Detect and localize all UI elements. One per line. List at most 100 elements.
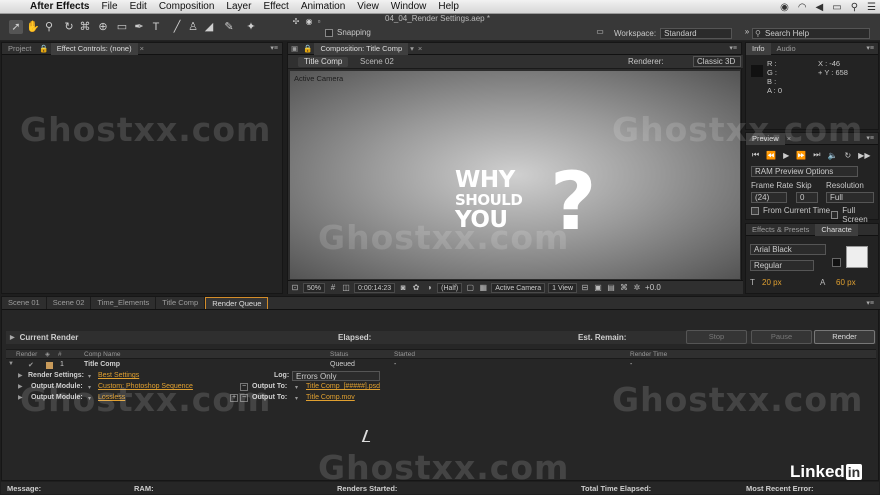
render-settings-value[interactable]: Best Settings (98, 372, 139, 379)
menu-layer[interactable]: Layer (220, 1, 257, 12)
col-comp-name[interactable]: Comp Name (84, 351, 120, 358)
search-help-input[interactable]: Search Help (752, 28, 870, 39)
rotate-tool-icon[interactable]: ↻ (62, 20, 76, 34)
col-started[interactable]: Started (394, 351, 415, 358)
wifi-icon[interactable]: ◠ (798, 2, 807, 13)
output-to-value[interactable]: Title Comp_[#####].psd (306, 383, 380, 390)
exposure-icon[interactable]: ✲ (632, 283, 642, 293)
col-number[interactable]: # (58, 351, 62, 358)
menu-composition[interactable]: Composition (153, 1, 221, 12)
show-snapshot-icon[interactable]: ✿ (411, 283, 421, 293)
remove-output-icon[interactable]: − (240, 394, 248, 402)
lock-icon[interactable]: 🔒 (301, 43, 314, 55)
frame-rate-dropdown[interactable]: (24) (751, 192, 787, 203)
expand-triangle-icon[interactable]: ▶ (10, 334, 15, 341)
camera-tool-icon[interactable]: ⌘ (78, 20, 92, 34)
panel-menu-icon[interactable]: ▾≡ (270, 44, 278, 52)
output-module-value[interactable]: Lossless (98, 394, 125, 401)
spotlight-icon[interactable]: ⚲ (851, 2, 858, 13)
lock-icon[interactable]: 🔒 (37, 43, 50, 55)
label-color-swatch[interactable] (46, 362, 53, 369)
tab-time-elements[interactable]: Time_Elements (91, 297, 157, 309)
panel-menu-icon[interactable]: ▾≡ (729, 44, 737, 52)
full-screen-checkbox[interactable] (831, 211, 839, 219)
renderer-button[interactable]: Classic 3D (693, 56, 741, 67)
add-output-icon[interactable]: + (230, 394, 238, 402)
tab-scene-01[interactable]: Scene 01 (2, 297, 47, 309)
snapping-checkbox[interactable] (325, 28, 333, 37)
type-tool-icon[interactable]: T (149, 20, 163, 34)
font-family-dropdown[interactable]: Arial Black (750, 244, 826, 255)
workspace-icon[interactable]: ▭ (594, 27, 606, 37)
dropdown-arrow-icon[interactable]: ▾ (88, 373, 91, 380)
stop-button[interactable]: Stop (686, 330, 747, 344)
font-size-value[interactable]: 20 px (762, 278, 782, 287)
stroke-color-swatch[interactable] (832, 258, 841, 267)
composition-viewer[interactable]: Active Camera WHY SHOULD YOU ? (290, 71, 740, 279)
output-to-value[interactable]: Title Comp.mov (306, 394, 355, 401)
tab-scene-02[interactable]: Scene 02 (47, 297, 92, 309)
subtab-scene-02[interactable]: Scene 02 (360, 57, 394, 67)
close-icon[interactable]: × (416, 43, 424, 55)
rectangle-tool-icon[interactable]: ▭ (115, 20, 129, 34)
menu-file[interactable]: File (95, 1, 123, 12)
subtab-title-comp[interactable]: Title Comp (298, 57, 349, 67)
resolution-dropdown[interactable]: (Half) (437, 282, 463, 293)
snapping-toggle[interactable]: Snapping (325, 28, 371, 37)
tab-info[interactable]: Info (746, 42, 771, 55)
play-icon[interactable]: ▶ (783, 151, 789, 160)
fast-previews-icon[interactable]: ▣ (593, 283, 603, 293)
camera-view-dropdown[interactable]: Active Camera (491, 282, 546, 293)
selection-tool-icon[interactable]: ➚ (9, 20, 23, 34)
dropdown-arrow-icon[interactable]: ▾ (88, 395, 91, 402)
col-render-time[interactable]: Render Time (630, 351, 667, 358)
workspace-expand-icon[interactable]: » (743, 27, 751, 37)
always-preview-icon[interactable]: ⊡ (290, 283, 300, 293)
ram-preview-options-dropdown[interactable]: RAM Preview Options (751, 166, 858, 177)
panel-menu-icon[interactable]: ▾≡ (866, 44, 874, 52)
render-button[interactable]: Render (814, 330, 875, 344)
remove-output-icon[interactable]: − (240, 383, 248, 391)
tab-effect-controls[interactable]: Effect Controls: (none) (50, 42, 138, 55)
menu-window[interactable]: Window (385, 1, 433, 12)
roto-brush-tool-icon[interactable]: ✎ (222, 20, 236, 34)
leading-value[interactable]: 60 px (836, 278, 856, 287)
mask-visibility-icon[interactable]: ◫ (341, 283, 351, 293)
menu-animation[interactable]: Animation (295, 1, 351, 12)
tab-character[interactable]: Characte (815, 223, 858, 236)
skip-dropdown[interactable]: 0 (796, 192, 818, 203)
resolution-dropdown[interactable]: Full (826, 192, 874, 203)
first-frame-icon[interactable]: ⏮ (752, 150, 759, 160)
brush-tool-icon[interactable]: ╱ (170, 20, 184, 34)
panel-menu-icon[interactable]: ▾≡ (866, 299, 874, 307)
output-module-value[interactable]: Custom: Photoshop Sequence (98, 383, 193, 390)
tab-effects-presets[interactable]: Effects & Presets (746, 224, 815, 236)
last-frame-icon[interactable]: ⏭ (813, 150, 820, 160)
menu-app[interactable]: After Effects (24, 1, 95, 12)
clone-stamp-tool-icon[interactable]: ♙ (186, 20, 200, 34)
menu-help[interactable]: Help (432, 1, 465, 12)
region-of-interest-icon[interactable]: ▢ (465, 283, 475, 293)
dropdown-arrow-icon[interactable]: ▾ (295, 395, 298, 402)
loop-icon[interactable]: ↻ (844, 151, 851, 160)
timeline-icon[interactable]: ▤ (606, 283, 616, 293)
current-time[interactable]: 0:00:14:23 (354, 282, 396, 293)
tab-render-queue[interactable]: Render Queue (205, 297, 269, 309)
from-current-checkbox[interactable] (751, 206, 759, 215)
expand-triangle-icon[interactable]: ▶ (18, 383, 23, 390)
pen-tool-icon[interactable]: ✒ (132, 20, 146, 34)
creative-cloud-icon[interactable]: ◉ (780, 2, 789, 13)
expand-triangle-icon[interactable]: ▼ (8, 361, 14, 367)
menu-view[interactable]: View (351, 1, 385, 12)
menu-effect[interactable]: Effect (257, 1, 294, 12)
close-icon[interactable]: × (138, 43, 146, 55)
workspace-dropdown[interactable]: Standard (660, 28, 733, 39)
expand-triangle-icon[interactable]: ▶ (18, 372, 23, 379)
pan-behind-tool-icon[interactable]: ⊕ (96, 20, 110, 34)
volume-icon[interactable]: ◀ (816, 2, 824, 13)
axis-mode-icon[interactable]: ✣ (290, 15, 302, 29)
tab-composition[interactable]: Composition: Title Comp (314, 42, 409, 55)
puppet-tool-icon[interactable]: ✦ (244, 20, 258, 34)
show-channel-icon[interactable]: ◑ (424, 283, 434, 293)
previous-frame-icon[interactable]: ⏪ (766, 151, 776, 160)
